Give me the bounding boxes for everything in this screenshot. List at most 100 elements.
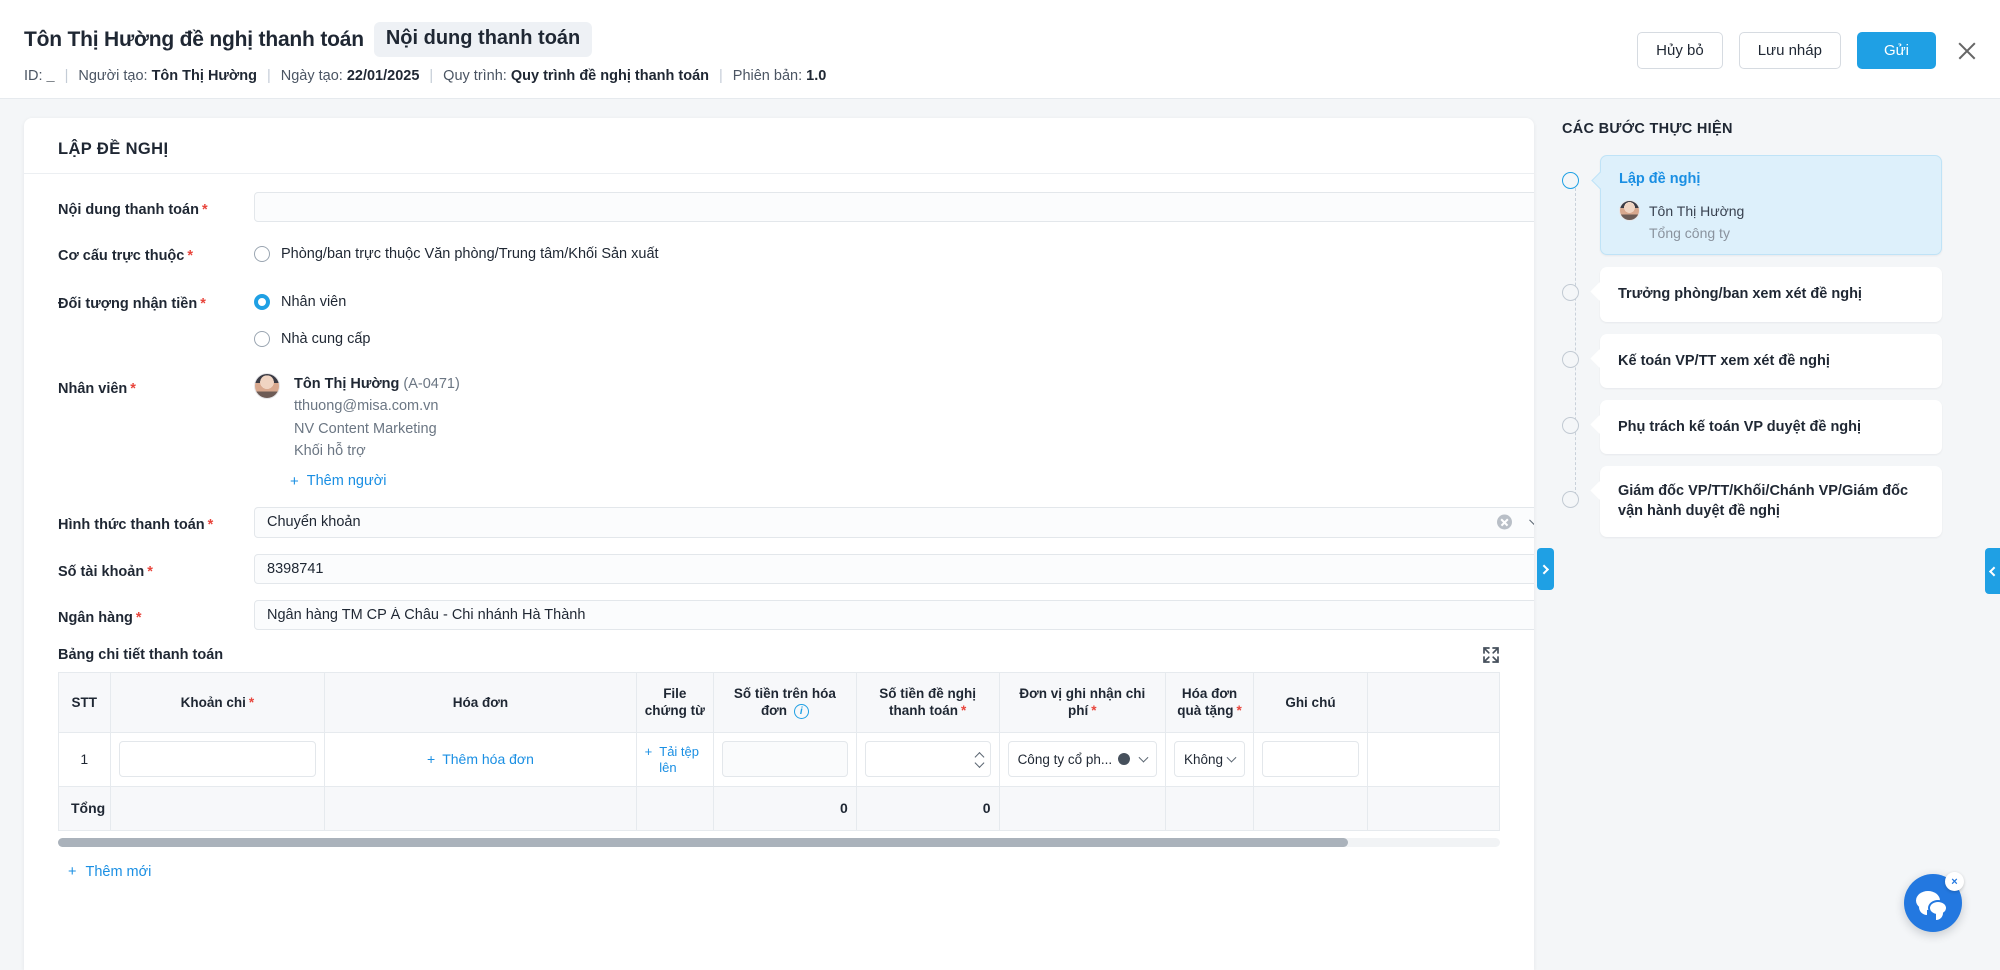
step-dot-2[interactable]	[1562, 284, 1579, 302]
chat-widget-button[interactable]: ×	[1904, 872, 1964, 932]
table-horizontal-scrollbar[interactable]	[58, 837, 1500, 847]
control-payment-method	[254, 506, 1534, 538]
info-icon[interactable]: i	[793, 704, 809, 720]
meta-version-label: Phiên bản:	[732, 68, 803, 84]
step-dot-1[interactable]	[1562, 172, 1579, 189]
payment-method-select[interactable]	[254, 506, 1534, 538]
so-tien-de-nghi-input[interactable]	[864, 741, 991, 778]
clear-icon[interactable]	[1118, 753, 1131, 766]
bank-input[interactable]	[254, 599, 1534, 630]
total-blank-7	[1366, 785, 1500, 831]
total-blank-5	[1164, 785, 1255, 831]
expand-panel-handle[interactable]	[1537, 548, 1554, 590]
label-content-text: Nội dung thanh toán	[58, 202, 199, 218]
form-section-header: LẬP ĐỀ NGHỊ	[24, 118, 1534, 173]
required-mark: *	[1236, 703, 1242, 719]
table-header-bar: Bảng chi tiết thanh toán	[58, 646, 1500, 664]
form-body: Nội dung thanh toán * Cơ cấu trực thuộc * …	[24, 174, 1534, 919]
radio-icon-structure[interactable]	[254, 246, 270, 262]
radio-label-employee: Nhân viên	[281, 294, 347, 310]
account-input[interactable]	[254, 553, 1534, 584]
title-row: Tôn Thị Hường đề nghị thanh toán Nội dun…	[24, 22, 593, 57]
khoan-chi-input[interactable]	[118, 741, 317, 778]
radio-option-employee[interactable]: Nhân viên	[254, 286, 1500, 318]
required-mark: *	[147, 563, 153, 580]
col-hoa-don-qua-tang-label: Hóa đơn quà tặng	[1177, 685, 1238, 719]
add-person-button[interactable]: + Thêm người	[290, 473, 386, 490]
label-structure-text: Cơ cấu trực thuộc	[58, 248, 185, 264]
field-row-structure: Cơ cấu trực thuộc * Phòng/ban trực thuộc …	[58, 238, 1500, 270]
employee-unit: Khối hỗ trợ	[294, 443, 366, 460]
stepper-icon[interactable]	[976, 753, 984, 766]
ghi-chu-input[interactable]	[1262, 741, 1359, 778]
upload-file-button[interactable]: + Tải tệp lên	[645, 744, 705, 777]
table-header-row: STT Khoản chi * Hóa đơn File chứng từ Số …	[58, 671, 1500, 733]
total-blank-1	[109, 785, 326, 831]
close-icon[interactable]: ×	[1945, 872, 1964, 891]
col-so-tien-hoa-don: Số tiền trên hóa đơn i	[712, 671, 857, 733]
radio-label-supplier: Nhà cung cấp	[281, 331, 371, 347]
employee-code: (A-0471)	[403, 376, 460, 392]
document-chip: Nội dung thanh toán	[373, 22, 593, 57]
scrollbar-thumb[interactable]	[58, 837, 1348, 847]
meta-version-value: 1.0	[806, 68, 827, 84]
step-card-1[interactable]: Lập đề nghị Tôn Thị Hường Tổng công ty	[1600, 155, 1942, 256]
meta-separator: |	[719, 68, 723, 84]
meta-created-value: 22/01/2025	[346, 68, 420, 84]
cell-hoa-don: + Thêm hóa đơn	[324, 731, 637, 787]
add-invoice-button[interactable]: + Thêm hóa đơn	[427, 751, 534, 767]
step-card-4[interactable]: Phụ trách kế toán VP duyệt đề nghị	[1600, 399, 1942, 455]
step-title-3: Kế toán VP/TT xem xét đề nghị	[1618, 352, 1830, 369]
employee-name: Tôn Thị Hường	[294, 376, 400, 392]
total-blank-6	[1253, 785, 1368, 831]
radio-option-structure[interactable]: Phòng/ban trực thuộc Văn phòng/Trung tâm…	[254, 238, 1500, 270]
radio-icon-employee[interactable]	[254, 294, 270, 310]
clear-icon[interactable]	[1497, 514, 1512, 530]
required-mark: *	[201, 202, 208, 218]
chevron-right-icon	[1539, 564, 1550, 574]
step-card-5[interactable]: Giám đốc VP/TT/Khối/Chánh VP/Giám đốc vậ…	[1600, 466, 1942, 537]
cell-stt: 1	[58, 731, 111, 787]
submit-button[interactable]: Gửi	[1856, 32, 1936, 69]
hoa-don-qua-tang-select[interactable]: Không	[1173, 741, 1246, 778]
required-mark: *	[187, 248, 194, 264]
collapse-rail-handle[interactable]	[1985, 548, 2000, 594]
meta-process-value: Quy trình đề nghị thanh toán	[510, 68, 709, 84]
expand-icon[interactable]	[1482, 646, 1500, 664]
step-card-2[interactable]: Trưởng phòng/ban xem xét đề nghị	[1600, 267, 1942, 322]
label-payment-method-text: Hình thức thanh toán	[58, 516, 205, 533]
plus-icon: +	[68, 863, 77, 880]
cancel-button[interactable]: Hủy bỏ	[1637, 32, 1723, 69]
workflow-step-5: Giám đốc VP/TT/Khối/Chánh VP/Giám đốc vậ…	[1562, 466, 2000, 537]
control-structure: Phòng/ban trực thuộc Văn phòng/Trung tâm…	[254, 238, 1500, 270]
avatar	[254, 373, 280, 399]
label-account-text: Số tài khoản	[58, 563, 145, 580]
add-new-row-button[interactable]: + Thêm mới	[68, 864, 151, 880]
radio-icon-supplier[interactable]	[254, 331, 270, 347]
meta-creator-value: Tôn Thị Hường	[151, 68, 257, 84]
label-payment-method: Hình thức thanh toán *	[58, 507, 254, 536]
radio-option-supplier[interactable]: Nhà cung cấp	[254, 323, 1500, 355]
step-card-3[interactable]: Kế toán VP/TT xem xét đề nghị	[1600, 333, 1942, 388]
content-input[interactable]	[254, 192, 1534, 222]
chevron-down-icon[interactable]	[976, 761, 984, 766]
page-title: Tôn Thị Hường đề nghị thanh toán	[24, 27, 364, 51]
so-tien-de-nghi-stepper	[864, 741, 991, 778]
so-tien-hoa-don-input[interactable]	[721, 741, 848, 778]
employee-details: Tôn Thị Hường (A-0471) tthuong@misa.com.…	[294, 373, 460, 463]
total-invoice-amount: 0	[712, 785, 857, 831]
chevron-down-icon[interactable]	[1138, 753, 1149, 763]
cell-so-tien-de-nghi	[855, 731, 1000, 787]
step-dot-4[interactable]	[1562, 416, 1579, 434]
field-row-content: Nội dung thanh toán *	[58, 192, 1534, 222]
employee-email: tthuong@misa.com.vn	[294, 398, 439, 415]
control-recipient: Nhân viên Nhà cung cấp	[254, 286, 1500, 355]
close-icon[interactable]	[1952, 36, 1982, 66]
save-draft-button[interactable]: Lưu nháp	[1738, 32, 1841, 69]
control-account	[254, 553, 1534, 584]
step-dot-3[interactable]	[1562, 350, 1579, 368]
don-vi-select[interactable]: Công ty cổ ph...	[1007, 741, 1157, 778]
chevron-down-icon[interactable]	[1226, 753, 1237, 763]
step-dot-5[interactable]	[1562, 491, 1579, 509]
payment-method-input[interactable]	[254, 506, 1534, 538]
